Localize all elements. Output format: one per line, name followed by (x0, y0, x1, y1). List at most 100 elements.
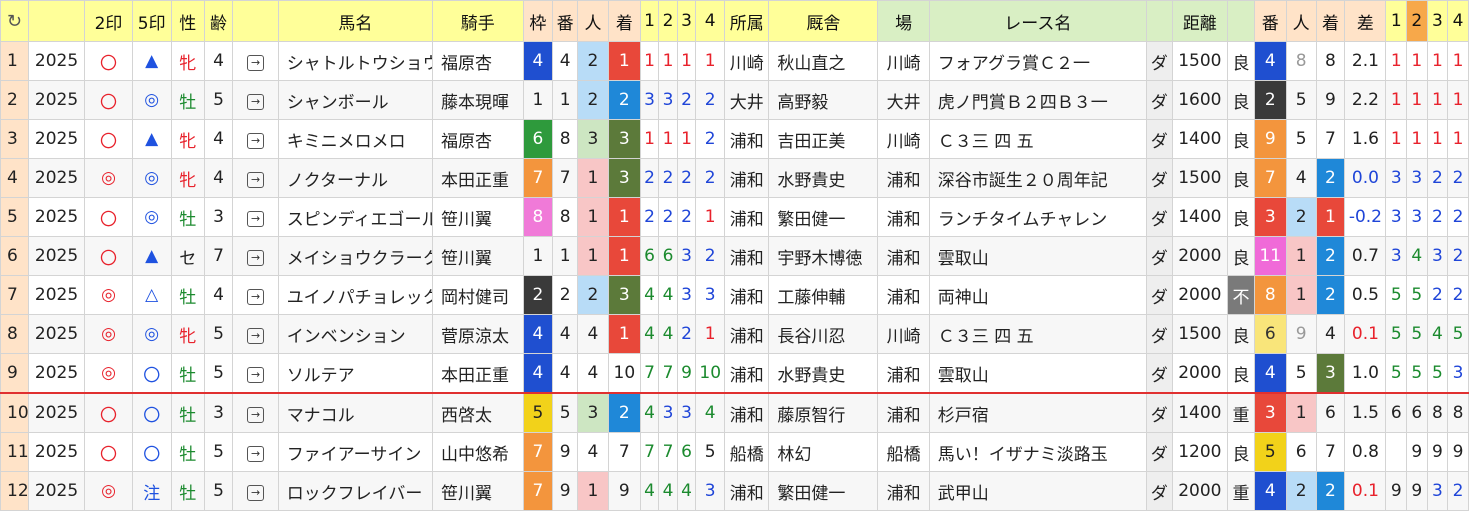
open-link-button[interactable]: → (232, 432, 279, 472)
open-link-button[interactable]: → (232, 392, 279, 433)
mark2-cell[interactable]: ◎ (84, 471, 133, 511)
header-p1[interactable]: 1 (1385, 0, 1408, 42)
header-stable[interactable]: 厩舎 (768, 0, 879, 42)
mark2-cell[interactable]: 〇 (84, 197, 133, 237)
mark5-cell[interactable]: 注 (131, 471, 172, 511)
open-link-button[interactable]: → (232, 314, 279, 354)
header-mark5[interactable]: 5印 (131, 0, 172, 42)
table-row[interactable]: 9 2025 ◎ 〇牡 5 → ソルテア 本田正重 4 4 4 10 7 7 9 10 浦和 水野貴史 浦和 雲取山ダ… (0, 353, 1469, 394)
header-c3[interactable]: 3 (676, 0, 697, 42)
horse-name[interactable]: インベンション (277, 314, 433, 354)
header-horse[interactable]: 馬名 (277, 0, 433, 42)
mark2-cell[interactable]: 〇 (84, 236, 133, 276)
arrow-box-icon[interactable]: → (247, 289, 265, 305)
mark5-cell[interactable]: ▲ (131, 236, 172, 276)
race-name[interactable]: 雲取山 (928, 353, 1147, 394)
open-link-button[interactable]: → (232, 197, 279, 237)
table-row[interactable]: 3 2025 〇 ▲ 牝 4 → キミニメロメロ 福原杏 6 8 3 3 1 1 1 2 浦和 吉田正美 川崎 Ｃ３三 … (0, 119, 1469, 159)
mark2-cell[interactable]: 〇 (84, 432, 133, 472)
header-mark2[interactable]: 2印 (84, 0, 133, 42)
open-link-button[interactable]: → (232, 236, 279, 276)
race-name[interactable]: 虎ノ門賞Ｂ２四Ｂ３一 (928, 80, 1147, 120)
mark5-cell[interactable]: ◎ (131, 197, 172, 237)
arrow-box-icon[interactable]: → (247, 407, 265, 423)
horse-name[interactable]: ファイアーサイン (277, 432, 433, 472)
header-number[interactable]: 番 (552, 0, 579, 42)
mark2-cell[interactable]: ◎ (84, 158, 133, 198)
race-name[interactable]: フォアグラ賞Ｃ２一 (928, 41, 1147, 81)
horse-name[interactable]: シャンボール (277, 80, 433, 120)
horse-name[interactable]: メイショウクラーク (277, 236, 433, 276)
arrow-box-icon[interactable]: → (247, 94, 265, 110)
open-link-button[interactable]: → (232, 353, 279, 394)
table-row[interactable]: 6 2025 〇 ▲ セ 7 → メイショウクラーク 笹川翼 1 1 1 1 6 6 3 2 浦和 宇野木博徳 浦和雲… (0, 236, 1469, 276)
header-belong[interactable]: 所属 (724, 0, 770, 42)
mark5-cell[interactable]: 〇 (131, 392, 172, 433)
jockey-name[interactable]: 福原杏 (431, 119, 524, 159)
race-name[interactable]: Ｃ３三 四 五 (928, 314, 1147, 354)
jockey-name[interactable]: 岡村健司 (431, 275, 524, 315)
header-race[interactable]: レース名 (928, 0, 1147, 42)
race-name[interactable]: 深谷市誕生２０周年記 (928, 158, 1147, 198)
mark5-cell[interactable]: ◎ (131, 158, 172, 198)
mark2-cell[interactable]: 〇 (84, 41, 133, 81)
jockey-name[interactable]: 笹川翼 (431, 197, 524, 237)
jockey-name[interactable]: 笹川翼 (431, 236, 524, 276)
mark5-cell[interactable]: ◎ (131, 314, 172, 354)
table-row[interactable]: 8 2025 ◎ ◎ 牝 5 → インベンション 菅原涼太 4 4 4 1 4 4 2 1 浦和 長谷川忍 川崎 Ｃ３三… (0, 314, 1469, 354)
arrow-box-icon[interactable]: → (247, 367, 265, 383)
table-row[interactable]: 12 2025 ◎ 注牡 5 → ロックフレイバー 笹川翼 7 9 1 9 4 4 4 3 浦和 繁田健一 浦和 武甲… (0, 471, 1469, 511)
jockey-name[interactable]: 福原杏 (431, 41, 524, 81)
mark2-cell[interactable]: ◎ (84, 314, 133, 354)
table-row[interactable]: 7 2025 ◎ △ 牡 4 → ユイノパチョレック 岡村健司 2 2 2 3 4 4 3 3 浦和 工藤伸輔 浦和両… (0, 275, 1469, 315)
jockey-name[interactable]: 西啓太 (431, 392, 524, 433)
table-row[interactable]: 10 2025 〇〇牡 3 → マナコル 西啓太 5 5 3 2 4 3 3 4 浦和 藤原智行 浦和 杉戸宿ダ 14… (0, 392, 1469, 433)
mark2-cell[interactable]: ◎ (84, 353, 133, 394)
race-name[interactable]: Ｃ３三 四 五 (928, 119, 1147, 159)
table-row[interactable]: 1 2025 〇 ▲ 牝 4 → シャトルトウショウ 福原杏 4 4 2 1 1 1 1 1 川崎 秋山直之 川崎 フォ… (0, 41, 1469, 81)
open-link-button[interactable]: → (232, 41, 279, 81)
header-p4[interactable]: 4 (1447, 0, 1469, 42)
arrow-box-icon[interactable]: → (247, 485, 265, 501)
arrow-box-icon[interactable]: → (247, 211, 265, 227)
open-link-button[interactable]: → (232, 158, 279, 198)
race-name[interactable]: 両神山 (928, 275, 1147, 315)
horse-name[interactable]: マナコル (277, 392, 433, 433)
open-link-button[interactable]: → (232, 80, 279, 120)
horse-name[interactable]: スピンディエゴール (277, 197, 433, 237)
jockey-name[interactable]: 本田正重 (431, 158, 524, 198)
open-link-button[interactable]: → (232, 471, 279, 511)
header-p3[interactable]: 3 (1426, 0, 1449, 42)
race-name[interactable]: 杉戸宿 (928, 392, 1147, 433)
jockey-name[interactable]: 本田正重 (431, 353, 524, 394)
horse-name[interactable]: シャトルトウショウ (277, 41, 433, 81)
header-p2[interactable]: 2 (1406, 0, 1428, 42)
mark5-cell[interactable]: ▲ (131, 119, 172, 159)
open-link-button[interactable]: → (232, 275, 279, 315)
mark5-cell[interactable]: 〇 (131, 353, 172, 394)
mark2-cell[interactable]: 〇 (84, 119, 133, 159)
race-name[interactable]: ランチタイムチャレン (928, 197, 1147, 237)
race-name[interactable]: 武甲山 (928, 471, 1147, 511)
mark5-cell[interactable]: △ (131, 275, 172, 315)
mark5-cell[interactable]: ▲ (131, 41, 172, 81)
jockey-name[interactable]: 藤本現暉 (431, 80, 524, 120)
jockey-name[interactable]: 笹川翼 (431, 471, 524, 511)
header-jockey[interactable]: 騎手 (431, 0, 524, 42)
header-finish[interactable]: 着 (607, 0, 641, 42)
arrow-box-icon[interactable]: → (247, 446, 265, 462)
table-row[interactable]: 4 2025 ◎ ◎ 牝 4 → ノクターナル 本田正重 7 7 1 3 2 2 2 2 浦和 水野貴史 浦和 深谷市誕… (0, 158, 1469, 198)
mark2-cell[interactable]: ◎ (84, 275, 133, 315)
header-age[interactable]: 齢 (203, 0, 234, 42)
header-c1[interactable]: 1 (639, 0, 660, 42)
horse-name[interactable]: ソルテア (277, 353, 433, 394)
race-name[interactable]: 雲取山 (928, 236, 1147, 276)
jockey-name[interactable]: 菅原涼太 (431, 314, 524, 354)
header-ppop[interactable]: 人 (1285, 0, 1317, 42)
header-frame[interactable]: 枠 (522, 0, 554, 42)
jockey-name[interactable]: 山中悠希 (431, 432, 524, 472)
horse-name[interactable]: キミニメロメロ (277, 119, 433, 159)
header-pfin[interactable]: 着 (1315, 0, 1346, 42)
arrow-box-icon[interactable]: → (247, 55, 265, 71)
header-venue[interactable]: 場 (877, 0, 930, 42)
